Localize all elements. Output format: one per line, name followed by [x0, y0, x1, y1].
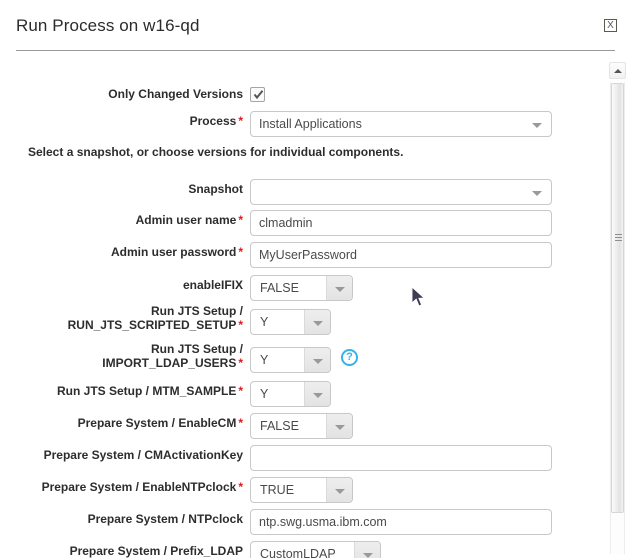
dropdown-arrow-button[interactable]: [326, 414, 352, 438]
dropdown-arrow-button[interactable]: [326, 478, 352, 502]
label-process: Process *: [189, 114, 243, 128]
dropdown-arrow-button[interactable]: [304, 348, 330, 372]
select-enablecm[interactable]: FALSE: [250, 413, 353, 439]
input-admin-user-name[interactable]: clmadmin: [250, 210, 552, 236]
dropdown-arrow-button[interactable]: [354, 542, 380, 558]
vertical-scrollbar[interactable]: [609, 62, 626, 554]
select-prefix-ldap[interactable]: CustomLDAP: [250, 541, 381, 558]
form-row-cmactivationkey: Prepare System / CMActivationKey: [0, 445, 595, 478]
form-row-ntpclock: Prepare System / NTPclock ntp.swg.usma.ib…: [0, 509, 595, 542]
label-ntpclock: Prepare System / NTPclock: [87, 512, 243, 526]
value-enablentpclock: TRUE: [260, 483, 295, 497]
value-import-ldap-users: Y: [260, 353, 269, 367]
form-row-mtm-sample: Run JTS Setup / MTM_SAMPLE * Y: [0, 381, 595, 414]
close-icon[interactable]: X: [604, 19, 617, 32]
run-process-form: Only Changed Versions Process * Install App…: [0, 60, 631, 558]
form-row-enablecm: Prepare System / EnableCM * FALSE: [0, 413, 595, 446]
select-run-jts-scripted-setup[interactable]: Y: [250, 309, 331, 335]
chevron-down-icon: [335, 287, 345, 292]
header-divider: [16, 50, 615, 51]
select-mtm-sample[interactable]: Y: [250, 381, 331, 407]
label-enablecm: Prepare System / EnableCM *: [77, 416, 243, 430]
required-marker: *: [238, 213, 243, 227]
required-marker: *: [238, 318, 243, 332]
required-marker: *: [238, 114, 243, 128]
input-ntpclock[interactable]: ntp.swg.usma.ibm.com: [250, 509, 552, 535]
label-admin-user-name: Admin user name *: [135, 213, 243, 227]
form-row-process: Process * Install Applications: [0, 111, 595, 144]
label-enablentpclock: Prepare System / EnableNTPclock *: [41, 480, 243, 494]
form-row-admin-user-name: Admin user name * clmadmin: [0, 210, 595, 243]
required-marker: *: [238, 416, 243, 430]
dialog-header: Run Process on w16-qd X: [0, 0, 631, 50]
value-mtm-sample: Y: [260, 387, 269, 401]
chevron-down-icon: [313, 393, 323, 398]
form-row-snapshot: Snapshot: [0, 179, 595, 212]
input-cmactivationkey[interactable]: [250, 445, 552, 471]
form-row-prefix-ldap: Prepare System / Prefix_LDAP CustomLDAP: [0, 541, 595, 558]
chevron-down-icon: [313, 359, 323, 364]
select-snapshot[interactable]: [250, 179, 552, 205]
label-import-ldap-users: Run JTS Setup / IMPORT_LDAP_USERS *: [102, 342, 243, 370]
value-run-jts-scripted-setup: Y: [260, 315, 269, 329]
label-mtm-sample: Run JTS Setup / MTM_SAMPLE *: [56, 384, 243, 398]
value-admin-user-password: MyUserPassword: [259, 248, 357, 262]
label-snapshot: Snapshot: [188, 182, 243, 196]
required-marker: *: [238, 480, 243, 494]
label-cmactivationkey: Prepare System / CMActivationKey: [43, 448, 243, 462]
scrollbar-thumb[interactable]: [611, 83, 624, 513]
section-note: Select a snapshot, or choose versions fo…: [28, 145, 404, 159]
value-enableifix: FALSE: [260, 281, 299, 295]
chevron-down-icon: [335, 489, 345, 494]
scrollbar-grip-icon: [615, 234, 622, 243]
scroll-up-arrow-icon[interactable]: [609, 62, 626, 79]
select-enableifix[interactable]: FALSE: [250, 275, 353, 301]
select-import-ldap-users[interactable]: Y: [250, 347, 331, 373]
required-marker: *: [238, 245, 243, 259]
label-run-jts-scripted-setup: Run JTS Setup / RUN_JTS_SCRIPTED_SETUP *: [67, 304, 243, 332]
value-prefix-ldap: CustomLDAP: [260, 547, 336, 558]
required-marker: *: [238, 356, 243, 370]
form-row-admin-user-password: Admin user password * MyUserPassword: [0, 242, 595, 275]
checkbox-only-changed-versions[interactable]: [250, 87, 265, 102]
value-admin-user-name: clmadmin: [259, 216, 313, 230]
value-process: Install Applications: [259, 117, 362, 131]
form-row-enablentpclock: Prepare System / EnableNTPclock * TRUE: [0, 477, 595, 510]
value-enablecm: FALSE: [260, 419, 299, 433]
chevron-down-icon: [313, 321, 323, 326]
form-row-run-jts-scripted-setup: Run JTS Setup / RUN_JTS_SCRIPTED_SETUP * Y: [0, 304, 595, 342]
dropdown-arrow-button[interactable]: [304, 382, 330, 406]
dropdown-arrow-button[interactable]: [304, 310, 330, 334]
label-prefix-ldap: Prepare System / Prefix_LDAP: [69, 544, 243, 558]
chevron-down-icon: [532, 191, 542, 196]
help-icon[interactable]: ?: [341, 349, 358, 366]
chevron-down-icon: [335, 425, 345, 430]
select-process[interactable]: Install Applications: [250, 111, 552, 137]
label-enableifix: enableIFIX: [182, 278, 243, 292]
chevron-down-icon: [363, 553, 373, 558]
required-marker: *: [238, 384, 243, 398]
dropdown-arrow-button[interactable]: [326, 276, 352, 300]
label-admin-user-password: Admin user password *: [110, 245, 243, 259]
page-title: Run Process on w16-qd: [16, 16, 200, 35]
form-row-import-ldap-users: Run JTS Setup / IMPORT_LDAP_USERS * Y?: [0, 342, 595, 380]
value-ntpclock: ntp.swg.usma.ibm.com: [259, 515, 387, 529]
input-admin-user-password[interactable]: MyUserPassword: [250, 242, 552, 268]
label-only-changed-versions: Only Changed Versions: [108, 87, 243, 101]
chevron-down-icon: [532, 123, 542, 128]
select-enablentpclock[interactable]: TRUE: [250, 477, 353, 503]
